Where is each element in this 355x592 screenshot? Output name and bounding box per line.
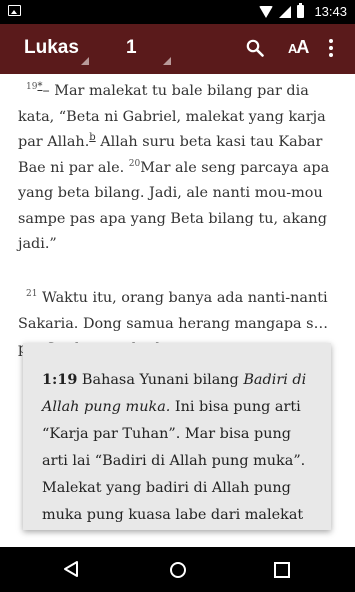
cell-signal-icon: [279, 5, 292, 18]
search-icon[interactable]: [246, 39, 264, 57]
footnote-reference: 1:19: [42, 371, 78, 388]
back-icon[interactable]: [63, 560, 79, 578]
verse-number: 21: [26, 289, 38, 300]
book-selector[interactable]: Lukas: [24, 37, 79, 59]
recent-apps-icon[interactable]: [274, 562, 290, 578]
home-icon[interactable]: [170, 562, 186, 578]
verse-number: 19: [26, 82, 38, 93]
text-size-icon[interactable]: AA: [288, 37, 309, 58]
footnote-text: 1:19 Bahasa Yunani bilang Badiri di Alla…: [23, 343, 331, 529]
clock: 13:43: [314, 4, 347, 19]
battery-icon: [297, 3, 305, 18]
footnote-popup[interactable]: 1:19 Bahasa Yunani bilang Badiri di Alla…: [23, 343, 331, 530]
overflow-menu-icon[interactable]: [328, 39, 334, 59]
status-bar: 13:43: [0, 0, 355, 24]
footnote-body: Bahasa Yunani bilang: [77, 372, 244, 388]
app-toolbar: Lukas 1 AA: [0, 24, 355, 74]
paragraph: 19*– Mar malekat tu bale bilang par dia …: [0, 79, 355, 258]
image-notification-icon: [8, 5, 21, 16]
wifi-icon: [259, 5, 274, 18]
chapter-selector[interactable]: 1: [126, 37, 137, 59]
book-dropdown-indicator-icon: [81, 57, 89, 65]
footnote-body: Ini bisa pung arti “Karja par Tuhan”. Ma…: [42, 399, 306, 523]
verse-number: 20: [128, 158, 141, 169]
navigation-bar: [0, 547, 355, 592]
status-icons: 13:43: [259, 3, 347, 19]
chapter-dropdown-indicator-icon: [163, 57, 171, 65]
